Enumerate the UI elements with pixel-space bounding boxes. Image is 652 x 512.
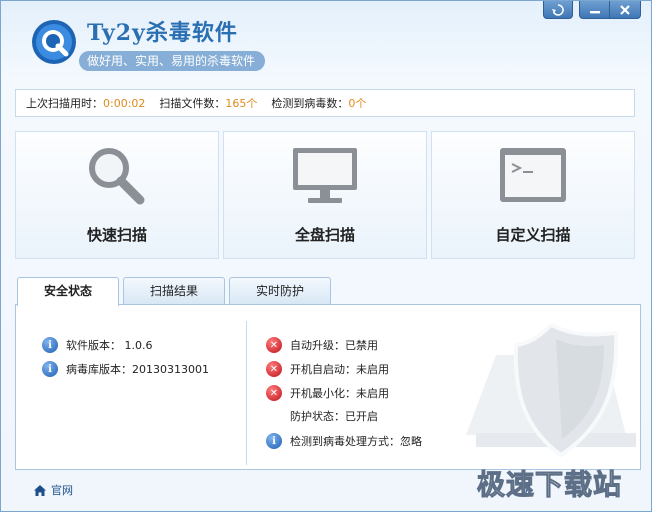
security-status-panel: i 软件版本： 1.0.6 i 病毒库版本：20130313001 ✕ 自动升级… (15, 304, 641, 470)
full-scan-button[interactable]: 全盘扫描 (223, 131, 427, 259)
files-scanned-value: 165个 (225, 97, 258, 110)
virus-db-version: 病毒库版本：20130313001 (66, 363, 209, 376)
software-version: 软件版本： 1.0.6 (66, 339, 153, 352)
quick-scan-button[interactable]: 快速扫描 (15, 131, 219, 259)
tab-realtime-protection[interactable]: 实时防护 (229, 277, 331, 305)
monitor-icon (293, 148, 357, 203)
full-scan-label: 全盘扫描 (294, 226, 355, 244)
skin-button[interactable] (543, 1, 573, 19)
files-scanned-label: 扫描文件数： (159, 97, 226, 110)
status-row: ✕ 开机自启动：未启用 (266, 361, 389, 377)
quick-scan-label: 快速扫描 (86, 226, 147, 244)
watermark-text: 极速下载站 (476, 468, 623, 502)
main-window: Ty2y杀毒软件 做好用、实用、易用的杀毒软件 上次扫描用时： 0:00:02 … (0, 0, 652, 512)
info-icon: i (266, 433, 282, 449)
vertical-divider (246, 321, 247, 465)
scan-info-bar: 上次扫描用时： 0:00:02 扫描文件数： 165个 检测到病毒数： 0个 (15, 89, 635, 117)
info-icon: i (42, 337, 58, 353)
status-row: i 软件版本： 1.0.6 (42, 337, 153, 353)
error-icon: ✕ (266, 361, 282, 377)
shield-watermark-icon (466, 322, 636, 458)
virus-action-status: 检测到病毒处理方式：忽略 (290, 435, 422, 448)
virus-count-value: 0个 (348, 97, 367, 110)
tab-scan-results[interactable]: 扫描结果 (123, 277, 225, 305)
tab-security-status[interactable]: 安全状态 (17, 277, 119, 306)
home-icon (34, 484, 46, 496)
skin-icon (552, 3, 564, 16)
official-site-link[interactable]: 官网 (33, 482, 73, 498)
app-logo-icon (31, 19, 77, 65)
terminal-icon (500, 148, 566, 202)
official-site-label: 官网 (51, 484, 73, 497)
error-icon: ✕ (266, 337, 282, 353)
status-row: 防护状态：已开启 (290, 408, 378, 424)
status-row: i 病毒库版本：20130313001 (42, 361, 209, 377)
auto-update-status: 自动升级：已禁用 (290, 339, 378, 352)
autostart-status: 开机自启动：未启用 (290, 363, 389, 376)
minimize-button[interactable] (579, 1, 609, 19)
minimize-icon (589, 10, 600, 13)
status-row: ✕ 自动升级：已禁用 (266, 337, 378, 353)
virus-count-label: 检测到病毒数： (271, 97, 349, 110)
protection-status: 防护状态：已开启 (290, 410, 378, 423)
start-minimized-status: 开机最小化：未启用 (290, 387, 389, 400)
status-row: i 检测到病毒处理方式：忽略 (266, 433, 422, 449)
app-title: Ty2y杀毒软件 (87, 20, 238, 46)
info-icon: i (42, 361, 58, 377)
app-slogan: 做好用、实用、易用的杀毒软件 (79, 51, 266, 71)
last-scan-label: 上次扫描用时： (26, 97, 103, 110)
tab-bar: 安全状态 扫描结果 实时防护 (17, 277, 331, 306)
custom-scan-button[interactable]: 自定义扫描 (431, 131, 635, 259)
magnifier-icon (89, 148, 145, 205)
close-button[interactable] (609, 1, 641, 19)
last-scan-value: 0:00:02 (103, 96, 146, 110)
scan-options-panel: 快速扫描 全盘扫描 自定义扫描 (15, 131, 635, 259)
status-row: ✕ 开机最小化：未启用 (266, 385, 389, 401)
custom-scan-label: 自定义扫描 (495, 226, 571, 244)
close-icon (620, 4, 630, 15)
error-icon: ✕ (266, 385, 282, 401)
window-controls (543, 1, 641, 19)
